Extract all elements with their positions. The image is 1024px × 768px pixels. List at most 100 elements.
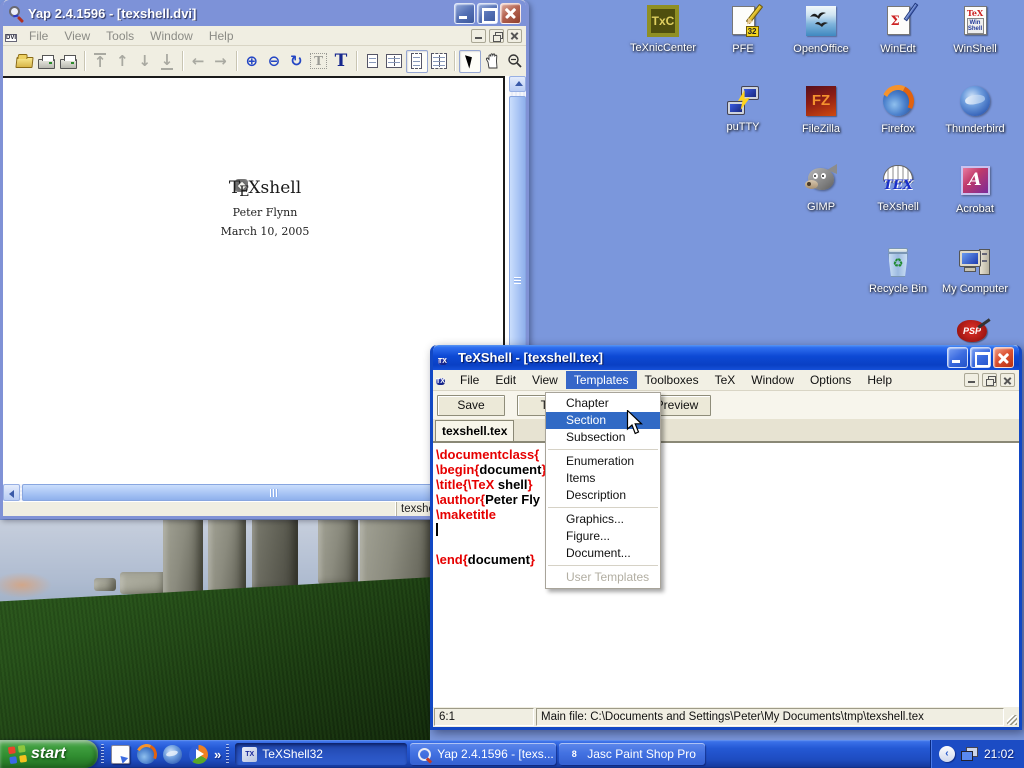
media-player-icon[interactable] <box>189 745 208 764</box>
editor-line-6[interactable] <box>436 522 1019 537</box>
last-page-icon[interactable]: ↓ <box>156 50 178 73</box>
taskbar-button-yap-2-4-1596-texs[interactable]: Yap 2.4.1596 - [texs... <box>410 743 556 765</box>
desktop-icon-paint-shop-pro[interactable]: PSP <box>950 320 994 342</box>
texshell-child-close-button[interactable] <box>1000 373 1015 387</box>
yap-menu-help[interactable]: Help <box>201 27 242 45</box>
texshell-editor[interactable]: \documentclass{\begin{document}\title{\T… <box>433 443 1019 707</box>
desktop-icon-my-computer[interactable]: My Computer <box>936 246 1014 295</box>
texshell-menu-tex[interactable]: TeX <box>707 371 744 389</box>
save-button[interactable]: Save <box>437 395 505 416</box>
desktop-icon-thunderbird[interactable]: Thunderbird <box>936 84 1014 135</box>
network-icon[interactable] <box>961 747 978 761</box>
editor-line-7[interactable] <box>436 537 1019 552</box>
forward-icon[interactable]: → <box>209 50 231 73</box>
texshell-menu-view[interactable]: View <box>524 371 566 389</box>
desktop-icon-acrobat[interactable]: AAcrobat <box>936 164 1014 215</box>
desktop-icon-recycle-bin[interactable]: ♻Recycle Bin <box>859 246 937 295</box>
continuous-facing-view-icon[interactable] <box>428 50 450 73</box>
yap-child-minimize-button[interactable] <box>471 29 486 43</box>
desktop-icon-winedt[interactable]: ΣWinEdt <box>859 4 937 55</box>
yap-menu-view[interactable]: View <box>56 27 98 45</box>
templates-menu-item-items[interactable]: Items <box>546 470 660 487</box>
zoom-in-icon[interactable]: ⊕ <box>241 50 263 73</box>
texshell-titlebar[interactable]: TX TeXShell - [texshell.tex] <box>433 345 1019 370</box>
zoom-out-icon[interactable]: ⊖ <box>263 50 285 73</box>
desktop-icon-texniccenter[interactable]: TxCTeXnicCenter <box>624 4 702 54</box>
desktop-icon-filezilla[interactable]: FZFileZilla <box>782 84 860 135</box>
editor-line-1[interactable]: \documentclass{ <box>436 447 1019 462</box>
templates-menu-item-graphics[interactable]: Graphics... <box>546 511 660 528</box>
texshell-close-button[interactable] <box>993 347 1014 368</box>
texshell-minimize-button[interactable] <box>947 347 968 368</box>
hand-tool-icon[interactable] <box>481 50 503 73</box>
next-page-icon[interactable]: ↓ <box>133 50 155 73</box>
scroll-up-button[interactable] <box>509 76 526 92</box>
open-file-icon[interactable] <box>13 50 35 73</box>
yap-close-button[interactable] <box>500 3 521 24</box>
yap-child-restore-button[interactable] <box>489 29 504 43</box>
taskbar-button-jasc-paint-shop-pro[interactable]: 8Jasc Paint Shop Pro <box>559 743 705 765</box>
first-page-icon[interactable]: ↑ <box>89 50 111 73</box>
desktop-icon-pfe[interactable]: 32PFE <box>704 4 782 55</box>
resize-grip[interactable] <box>1005 707 1019 727</box>
desktop-icon-gimp[interactable]: GIMP <box>782 164 860 213</box>
texshell-menu-toolboxes[interactable]: Toolboxes <box>637 371 707 389</box>
desktop-icon-winshell[interactable]: TeXWinShellWinShell <box>936 4 1014 55</box>
edit-source-icon[interactable]: T <box>307 50 329 73</box>
quicklaunch-overflow-chevron[interactable]: » <box>212 747 223 762</box>
yap-menu-tools[interactable]: Tools <box>98 27 142 45</box>
taskbar-button-texshell32[interactable]: TXTeXShell32 <box>235 743 407 765</box>
editor-line-5[interactable]: \maketitle <box>436 507 1019 522</box>
texshell-maximize-button[interactable] <box>970 347 991 368</box>
single-page-view-icon[interactable] <box>361 50 383 73</box>
facing-page-view-icon[interactable] <box>383 50 405 73</box>
print-preview-icon[interactable] <box>58 50 80 73</box>
firefox-icon[interactable] <box>137 745 156 764</box>
editor-line-3[interactable]: \title{\TeX shell} <box>436 477 1019 492</box>
taskband-handle[interactable] <box>226 744 229 764</box>
previous-page-icon[interactable]: ↑ <box>111 50 133 73</box>
text-select-icon[interactable]: T <box>330 50 352 73</box>
desktop-icon-texshell[interactable]: TEXTeXshell <box>859 164 937 213</box>
editor-line-2[interactable]: \begin{document} <box>436 462 1019 477</box>
zoom-tool-icon[interactable] <box>504 50 526 73</box>
templates-menu-item-chapter[interactable]: Chapter <box>546 395 660 412</box>
editor-line-4[interactable]: \author{Peter Fly <box>436 492 1019 507</box>
redraw-icon[interactable]: ↻ <box>285 50 307 73</box>
texshell-menu-window[interactable]: Window <box>743 371 802 389</box>
yap-child-close-button[interactable] <box>507 29 522 43</box>
templates-menu-item-enumeration[interactable]: Enumeration <box>546 453 660 470</box>
yap-maximize-button[interactable] <box>477 3 498 24</box>
texshell-menu-options[interactable]: Options <box>802 371 859 389</box>
templates-menu-item-section[interactable]: Section <box>546 412 660 429</box>
desktop-icon-firefox[interactable]: Firefox <box>859 84 937 135</box>
templates-menu-item-document[interactable]: Document... <box>546 545 660 562</box>
tray-collapse-chevron[interactable]: ‹ <box>939 746 955 762</box>
texshell-menu-templates[interactable]: Templates <box>566 371 637 389</box>
continuous-view-icon[interactable] <box>406 50 428 73</box>
templates-menu-item-description[interactable]: Description <box>546 487 660 504</box>
select-tool-icon[interactable] <box>459 50 481 73</box>
start-button[interactable]: start <box>0 740 98 768</box>
show-desktop-icon[interactable] <box>111 745 130 764</box>
desktop-icon-openoffice[interactable]: OpenOffice <box>782 4 860 55</box>
texshell-child-minimize-button[interactable] <box>964 373 979 387</box>
templates-menu-item-figure[interactable]: Figure... <box>546 528 660 545</box>
texshell-menu-help[interactable]: Help <box>859 371 900 389</box>
print-icon[interactable] <box>35 50 57 73</box>
editor-line-8[interactable]: \end{document} <box>436 552 1019 567</box>
tab-texshell-tex[interactable]: texshell.tex <box>435 420 514 441</box>
texshell-menu-edit[interactable]: Edit <box>487 371 524 389</box>
quicklaunch-handle[interactable] <box>101 744 104 764</box>
texshell-menu-file[interactable]: File <box>452 371 487 389</box>
scroll-left-button[interactable] <box>3 484 20 501</box>
yap-titlebar[interactable]: Yap 2.4.1596 - [texshell.dvi] <box>3 0 526 26</box>
back-icon[interactable]: ← <box>187 50 209 73</box>
yap-minimize-button[interactable] <box>454 3 475 24</box>
thunderbird-icon[interactable] <box>163 745 182 764</box>
templates-menu-item-subsection[interactable]: Subsection <box>546 429 660 446</box>
yap-menu-window[interactable]: Window <box>142 27 201 45</box>
yap-menu-file[interactable]: File <box>21 27 56 45</box>
desktop-icon-putty[interactable]: puTTY <box>704 84 782 133</box>
texshell-child-restore-button[interactable] <box>982 373 997 387</box>
